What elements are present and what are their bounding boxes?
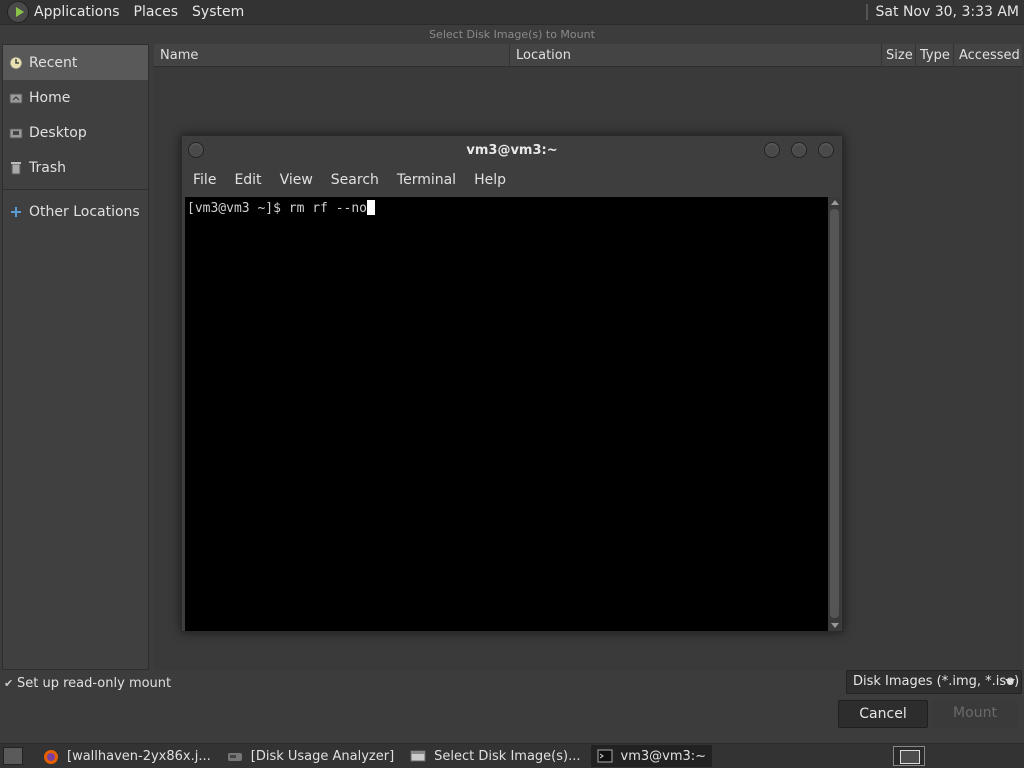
menu-edit[interactable]: Edit — [234, 172, 261, 188]
chevron-down-icon — [1005, 679, 1015, 685]
plus-icon — [9, 205, 23, 219]
places-sidebar: Recent Home Desktop Trash Other Location… — [2, 44, 149, 670]
terminal-icon — [597, 749, 613, 763]
dialog-options-row: ✔ Set up read-only mount Disk Images (*.… — [0, 670, 1024, 698]
menu-file[interactable]: File — [193, 172, 216, 188]
text-cursor — [367, 200, 376, 215]
top-panel: Applications Places System Sat Nov 30, 3… — [0, 0, 1024, 25]
sidebar-item-trash[interactable]: Trash — [3, 150, 148, 185]
trash-icon — [9, 161, 23, 175]
menu-help[interactable]: Help — [474, 172, 506, 188]
minimize-button[interactable] — [764, 142, 780, 158]
column-accessed[interactable]: Accessed — [954, 44, 1022, 67]
column-name[interactable]: Name — [154, 43, 510, 67]
terminal-screen[interactable]: [vm3@vm3 ~]$ rm rf --no — [185, 197, 828, 631]
column-header-row: Name Location Size Type Accessed — [154, 43, 1022, 67]
window-icon — [410, 749, 426, 763]
task-label: [Disk Usage Analyzer] — [250, 748, 395, 764]
recent-icon — [9, 56, 23, 70]
sidebar-item-label: Desktop — [29, 124, 87, 141]
task-terminal[interactable]: vm3@vm3:~ — [590, 745, 713, 767]
terminal-window: vm3@vm3:~ File Edit View Search Terminal… — [181, 135, 843, 632]
terminal-prompt-line: [vm3@vm3 ~]$ rm rf --no — [187, 201, 368, 216]
dialog-title: Select Disk Image(s) to Mount — [429, 28, 595, 41]
scroll-up-icon[interactable] — [831, 200, 839, 205]
menu-system[interactable]: System — [192, 4, 244, 20]
terminal-title: vm3@vm3:~ — [466, 143, 558, 158]
task-label: [wallhaven-2yx86x.j... — [67, 748, 211, 764]
maximize-button[interactable] — [791, 142, 807, 158]
show-desktop-icon[interactable] — [3, 747, 23, 765]
terminal-titlebar[interactable]: vm3@vm3:~ — [182, 136, 842, 166]
readonly-checkbox[interactable]: ✔ Set up read-only mount — [4, 676, 171, 691]
sidebar-item-desktop[interactable]: Desktop — [3, 115, 148, 150]
filter-value: Disk Images (*.img, *.iso) — [853, 674, 1020, 689]
menu-places[interactable]: Places — [134, 4, 179, 20]
readonly-label: Set up read-only mount — [17, 676, 172, 691]
sidebar-item-label: Recent — [29, 54, 78, 71]
menu-applications[interactable]: Applications — [34, 4, 120, 20]
firefox-icon — [43, 749, 59, 764]
check-icon: ✔ — [4, 676, 14, 690]
bottom-taskbar: [wallhaven-2yx86x.j... [Disk Usage Analy… — [0, 743, 1024, 768]
disk-usage-icon — [227, 749, 243, 763]
sidebar-divider — [3, 189, 148, 190]
workspace-switcher[interactable] — [893, 746, 925, 766]
sidebar-item-other-locations[interactable]: Other Locations — [3, 194, 148, 229]
sidebar-item-recent[interactable]: Recent — [3, 45, 148, 80]
mate-logo-icon[interactable] — [7, 1, 29, 23]
menu-search[interactable]: Search — [331, 172, 379, 188]
panel-separator — [865, 4, 868, 20]
column-size[interactable]: Size — [882, 43, 916, 67]
desktop-folder-icon — [9, 126, 23, 140]
menu-terminal[interactable]: Terminal — [397, 172, 456, 188]
sidebar-item-home[interactable]: Home — [3, 80, 148, 115]
scroll-down-icon[interactable] — [831, 623, 839, 628]
column-location[interactable]: Location — [510, 43, 882, 67]
sidebar-item-label: Other Locations — [29, 203, 140, 220]
cancel-button[interactable]: Cancel — [838, 700, 928, 728]
task-disk-usage[interactable]: [Disk Usage Analyzer] — [221, 745, 400, 767]
home-folder-icon — [9, 91, 23, 105]
task-wallhaven[interactable]: [wallhaven-2yx86x.j... — [37, 745, 217, 767]
task-label: Select Disk Image(s)... — [434, 748, 581, 764]
sidebar-item-label: Trash — [29, 159, 66, 176]
terminal-menubar: File Edit View Search Terminal Help — [182, 166, 842, 194]
task-label: vm3@vm3:~ — [620, 748, 707, 764]
mount-button[interactable]: Mount — [932, 700, 1018, 728]
sidebar-item-label: Home — [29, 89, 71, 106]
close-button[interactable] — [818, 142, 834, 158]
terminal-scrollbar[interactable] — [828, 197, 841, 631]
column-type[interactable]: Type — [916, 43, 954, 67]
task-select-disk-image[interactable]: Select Disk Image(s)... — [404, 745, 586, 767]
file-type-filter[interactable]: Disk Images (*.img, *.iso) — [846, 670, 1022, 694]
scrollbar-thumb[interactable] — [830, 209, 839, 618]
clock[interactable]: Sat Nov 30, 3:33 AM — [876, 4, 1019, 20]
menu-view[interactable]: View — [280, 172, 313, 188]
